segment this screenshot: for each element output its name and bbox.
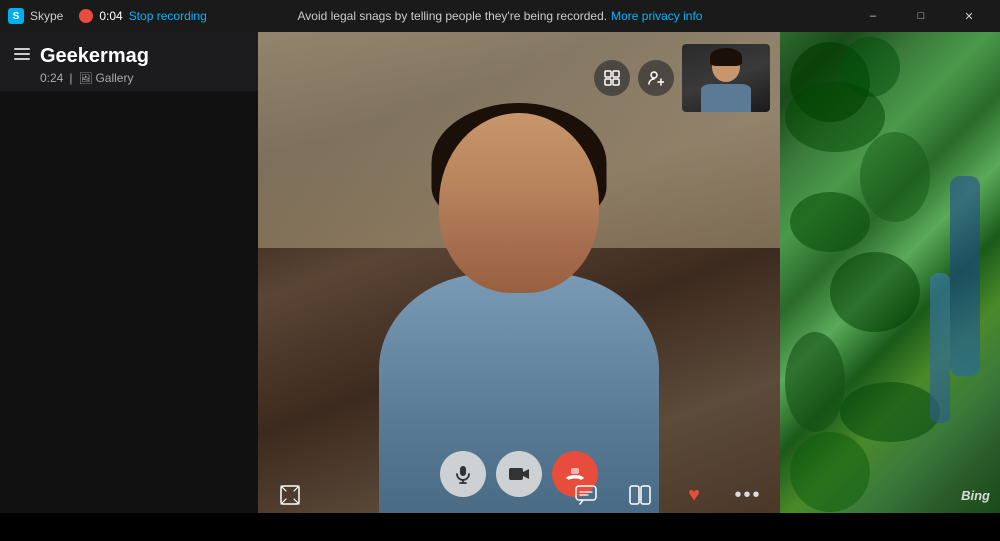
contact-info: Geekermag 0:24 | 🖼 Gallery [40,44,244,85]
hamburger-line [14,53,30,55]
divider: | [69,71,72,85]
notif-text: Avoid legal snags by telling people they… [298,9,608,23]
app-info: S Skype [8,8,63,24]
mute-button[interactable] [440,451,486,497]
call-container: Geekermag 0:24 | 🖼 Gallery [0,32,1000,513]
recording-timer: 0:04 [99,9,122,23]
hamburger-line [14,48,30,50]
person-body [369,83,669,513]
close-button[interactable]: ✕ [946,0,992,32]
main-video-feed: ♥ ••• [258,32,780,513]
window-controls: – □ ✕ [850,0,992,32]
privacy-info-link[interactable]: More privacy info [611,9,702,23]
titlebar: S Skype 0:04 Stop recording Avoid legal … [0,0,1000,32]
top-controls [594,44,770,112]
stop-recording-button[interactable]: Stop recording [129,9,207,23]
thumb-hair [710,48,742,66]
menu-button[interactable] [14,44,30,60]
chat-button[interactable] [568,477,604,513]
water-feature [930,273,950,423]
more-button[interactable]: ••• [730,477,766,513]
switch-button[interactable] [622,477,658,513]
call-time: 0:24 [40,71,63,85]
bottom-right-controls: ♥ ••• [568,477,766,513]
sidebar-header: Geekermag 0:24 | 🖼 Gallery [0,32,258,91]
bing-background: Bing [780,32,1000,513]
app-title: Skype [30,9,63,23]
minimize-button[interactable]: – [850,0,896,32]
contact-name: Geekermag [40,44,244,68]
person-face [439,113,599,293]
maximize-button[interactable]: □ [898,0,944,32]
layout-button[interactable] [594,60,630,96]
bing-logo: Bing [961,488,990,503]
react-button[interactable]: ♥ [676,477,712,513]
gallery-label[interactable]: 🖼 Gallery [78,71,133,85]
hamburger-line [14,58,30,60]
skype-icon: S [8,8,24,24]
video-area: ♥ ••• [258,32,780,513]
sidebar-content [0,91,258,513]
camera-button[interactable] [496,451,542,497]
river [950,176,980,376]
sidebar: Geekermag 0:24 | 🖼 Gallery [0,32,258,513]
add-person-button[interactable] [638,60,674,96]
gallery-icon: 🖼 [78,72,92,85]
gallery-text: Gallery [95,71,133,85]
call-meta: 0:24 | 🖼 Gallery [40,71,244,85]
record-dot-icon [79,9,93,23]
right-panel-wallpaper: Bing [780,32,1000,513]
thumb-shirt [701,84,751,112]
self-video-thumbnail[interactable] [682,44,770,112]
notification-center: Avoid legal snags by telling people they… [298,9,703,23]
